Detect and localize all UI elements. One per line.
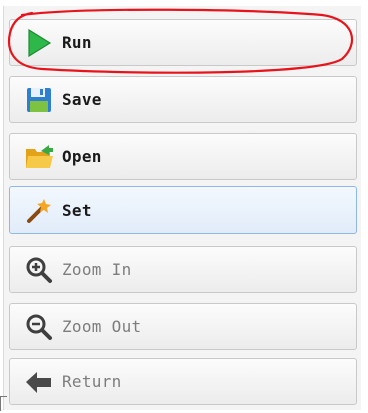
open-button-label: Open	[62, 147, 102, 166]
run-button-label: Run	[62, 33, 92, 52]
edge-mark	[0, 396, 7, 411]
return-button[interactable]: Return	[9, 358, 357, 405]
zoom-out-button[interactable]: Zoom Out	[9, 303, 357, 350]
set-button-label: Set	[62, 200, 92, 220]
back-arrow-icon	[22, 365, 56, 399]
run-button[interactable]: Run	[9, 19, 357, 66]
play-icon	[22, 26, 56, 60]
set-button[interactable]: Set	[9, 186, 357, 234]
floppy-disk-icon	[22, 83, 56, 117]
save-button[interactable]: Save	[9, 76, 357, 123]
zoom-out-icon	[22, 310, 56, 344]
open-button[interactable]: Open	[9, 133, 357, 180]
zoom-in-button[interactable]: Zoom In	[9, 246, 357, 293]
wand-icon	[22, 193, 56, 227]
zoom-in-icon	[22, 253, 56, 287]
open-folder-icon	[22, 140, 56, 174]
save-button-label: Save	[62, 90, 102, 109]
return-button-label: Return	[62, 372, 122, 391]
zoom-out-button-label: Zoom Out	[62, 317, 142, 336]
zoom-in-button-label: Zoom In	[62, 260, 132, 279]
